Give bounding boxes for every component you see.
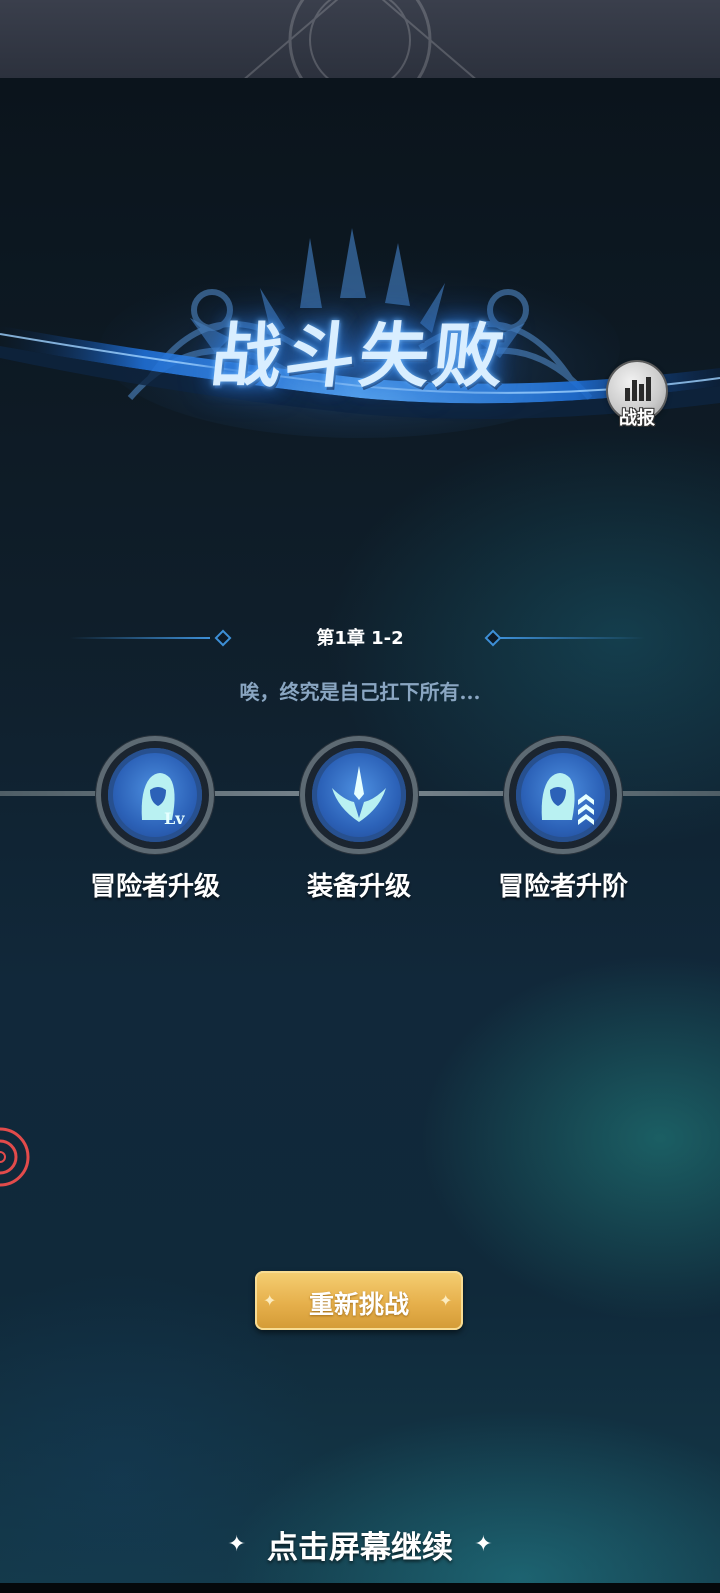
adventurer-level-up-icon: Lv — [108, 748, 202, 842]
side-ring-icon[interactable] — [0, 1110, 34, 1204]
retry-label: 重新挑战 — [308, 1290, 409, 1319]
adventurer-rank-up-icon — [516, 748, 610, 842]
equipment-upgrade-icon — [312, 748, 406, 842]
battle-result-screen[interactable]: 战斗失败 战报 第1章 1-2 唉，终究是自己扛下所有... Lv 冒险者升级 — [0, 0, 720, 1593]
tip-adventurer-level-up[interactable]: Lv 冒险者升级 — [70, 736, 240, 902]
bar-chart-icon — [625, 377, 651, 401]
tap-to-continue[interactable]: ✦ 点击屏幕继续 ✦ — [0, 1522, 720, 1568]
battle-report-label[interactable]: 战报 — [606, 404, 668, 430]
defeat-message: 唉，终究是自己扛下所有... — [239, 680, 481, 704]
continue-label: 点击屏幕继续 — [267, 1530, 453, 1566]
star-left-icon: ✦ — [227, 1532, 246, 1557]
svg-text:Lv: Lv — [164, 809, 185, 828]
top-status-strip — [0, 0, 720, 78]
bottom-bar — [0, 1583, 720, 1593]
emblem-watermark — [244, 0, 476, 78]
retry-button[interactable]: ✦ ✦ 重新挑战 — [255, 1271, 463, 1330]
chapter-title: 第1章 1-2 — [316, 628, 404, 649]
tip-equipment-upgrade[interactable]: 装备升级 — [274, 736, 444, 902]
star-right-icon: ✦ — [474, 1532, 493, 1557]
tip-label: 冒险者升阶 — [497, 872, 628, 902]
tip-label: 冒险者升级 — [89, 872, 220, 902]
tip-label: 装备升级 — [306, 872, 411, 902]
tip-adventurer-rank-up[interactable]: 冒险者升阶 — [478, 736, 648, 902]
